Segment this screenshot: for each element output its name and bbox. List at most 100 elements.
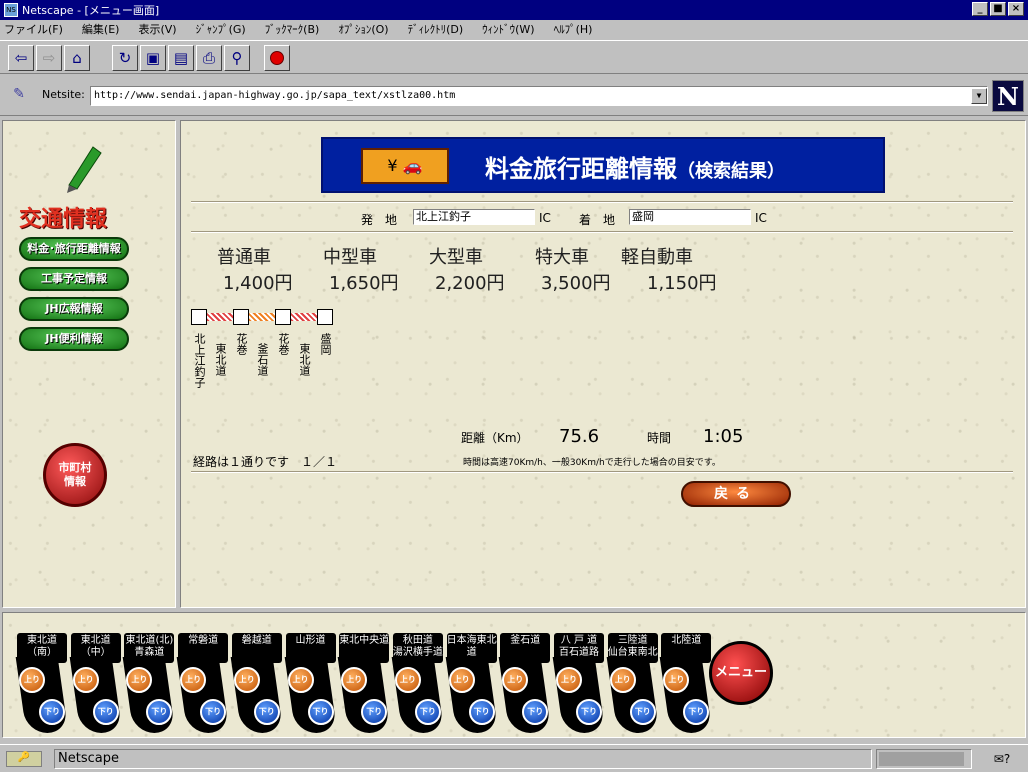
time-label: 時間 xyxy=(647,431,672,445)
expressway-name[interactable]: 北陸道 xyxy=(661,633,712,663)
route-segment xyxy=(207,313,233,321)
route-ic-label: 盛岡 xyxy=(319,333,332,355)
url-input[interactable]: http://www.sendai.japan-highway.go.jp/sa… xyxy=(90,86,988,106)
destination-field[interactable]: 盛岡 xyxy=(629,209,751,225)
stop-icon[interactable] xyxy=(264,45,290,71)
expressway-item: 東北道 （南） 上り下り xyxy=(15,633,69,735)
expressway-item: 北陸道 上り 下り xyxy=(660,633,713,735)
print-icon[interactable]: ⎙ xyxy=(196,45,222,71)
menu-bookmarks[interactable]: ﾌﾞｯｸﾏｰｸ(B) xyxy=(265,21,320,37)
expressway-up-button[interactable]: 上り xyxy=(287,667,314,693)
nav-jh-pr-button[interactable]: JH広報情報 xyxy=(19,297,129,321)
expressway-up-button[interactable]: 上り xyxy=(72,667,99,693)
expressway-item: 八 戸 道 百石道路上り下り xyxy=(552,633,606,735)
expressway-up-button[interactable]: 上り xyxy=(180,667,207,693)
mail-icon[interactable]: ✉? xyxy=(984,750,1020,768)
expressway-item: 東北道 （中） 上り下り xyxy=(69,633,123,735)
expressway-up-button[interactable]: 上り xyxy=(556,667,582,693)
expressway-down-button[interactable]: 下り xyxy=(253,699,280,725)
expressway-name[interactable]: 東北中央道 xyxy=(339,633,390,663)
nav-construction-button[interactable]: 工事予定情報 xyxy=(19,267,129,291)
menu-edit[interactable]: 編集(E) xyxy=(82,21,120,37)
menu-options[interactable]: ｵﾌﾟｼｮﾝ(O) xyxy=(338,21,388,37)
back-button[interactable]: 戻る xyxy=(681,481,791,507)
maximize-button[interactable]: ■ xyxy=(990,2,1006,16)
expressway-up-button[interactable]: 上り xyxy=(341,667,368,693)
expressway-item: 釜石道 上り 下り xyxy=(498,633,552,735)
expressway-name[interactable]: 東北道 （南） xyxy=(17,633,67,663)
find-icon[interactable]: ⚲ xyxy=(224,45,250,71)
expressway-name[interactable]: 東北道 （中） xyxy=(70,633,121,663)
city-info-button[interactable]: 市町村情報 xyxy=(43,443,107,507)
nav-jh-convenience-button[interactable]: JH便利情報 xyxy=(19,327,129,351)
vehicle-type: 特大車 xyxy=(535,247,589,268)
close-button[interactable]: × xyxy=(1008,2,1024,16)
images-icon[interactable]: ▣ xyxy=(140,45,166,71)
expressway-name[interactable]: 磐越道 xyxy=(231,633,282,663)
expressway-name[interactable]: 釜石道 xyxy=(500,633,551,663)
route-ic-label: 花巻 xyxy=(277,333,290,355)
origin-field[interactable]: 北上江釣子 xyxy=(413,209,535,225)
route-ic-label: 北上江釣子 xyxy=(193,333,206,388)
expressway-item: 東北中央道上り下り xyxy=(337,633,391,735)
expressway-name[interactable]: 八 戸 道 百石道路 xyxy=(554,633,604,663)
expressway-up-button[interactable]: 上り xyxy=(609,667,636,693)
yen-car-icon: ¥ 🚗 xyxy=(361,148,449,184)
netscape-app-icon[interactable]: NS xyxy=(4,3,18,17)
progress-fill xyxy=(879,752,964,766)
menu-file[interactable]: ファイル(F) xyxy=(4,21,63,37)
expressway-up-button[interactable]: 上り xyxy=(233,667,260,693)
open-icon[interactable]: ▤ xyxy=(168,45,194,71)
home-icon[interactable]: ⌂ xyxy=(64,45,90,71)
page-proxy-icon[interactable]: ✎ xyxy=(10,86,28,104)
expressway-down-button[interactable]: 下り xyxy=(92,699,119,725)
main-content-frame: ¥ 🚗 料金旅行距離情報（検索結果） 発 地 北上江釣子 IC 着 地 盛岡 I… xyxy=(180,120,1026,608)
expressway-name[interactable]: 日本海東北道 xyxy=(446,633,497,663)
expressway-down-button[interactable]: 下り xyxy=(468,699,495,725)
minimize-button[interactable]: _ xyxy=(972,2,988,16)
route-segment xyxy=(249,313,275,321)
menu-help[interactable]: ﾍﾙﾌﾟ(H) xyxy=(554,21,593,37)
expressway-name[interactable]: 秋田道 湯沢横手道 xyxy=(392,633,443,663)
expressway-down-button[interactable]: 下り xyxy=(629,699,656,725)
security-key-icon[interactable]: 🔑 xyxy=(6,751,42,767)
expressway-down-button[interactable]: 下り xyxy=(414,699,441,725)
expressway-down-button[interactable]: 下り xyxy=(361,699,388,725)
menu-go[interactable]: ｼﾞｬﾝﾌﾟ(G) xyxy=(196,21,246,37)
expressway-up-button[interactable]: 上り xyxy=(394,667,421,693)
nav-fare-distance-button[interactable]: 料金･旅行距離情報 xyxy=(19,237,129,261)
expressway-name[interactable]: 常磐道 xyxy=(178,633,229,663)
menu-directory[interactable]: ﾃﾞｨﾚｸﾄﾘ(D) xyxy=(408,21,464,37)
expressway-name[interactable]: 山形道 xyxy=(285,633,336,663)
netscape-logo[interactable]: N xyxy=(992,80,1024,112)
banner-title-text: 料金旅行距離情報 xyxy=(485,155,677,183)
left-nav-frame: 交通情報 料金･旅行距離情報 工事予定情報 JH広報情報 JH便利情報 市町村情… xyxy=(2,120,176,608)
forward-icon[interactable]: ⇨ xyxy=(36,45,62,71)
distance-label: 距離（Km） xyxy=(461,431,529,445)
fare-amount: 3,500円 xyxy=(541,273,611,294)
fare-amount: 1,650円 xyxy=(329,273,399,294)
location-bar: ✎ Netsite: http://www.sendai.japan-highw… xyxy=(0,76,1028,116)
fare-amount: 1,150円 xyxy=(647,273,717,294)
back-icon[interactable]: ⇦ xyxy=(8,45,34,71)
expressway-up-button[interactable]: 上り xyxy=(448,667,475,693)
divider xyxy=(191,471,1013,473)
expressway-nav-frame: 東北道 （南） 上り 下り 東北道 （中） 上り 下り 東北道(北) 青森道 上り 下り 常磐道上… xyxy=(2,612,1026,738)
reload-icon[interactable]: ↻ xyxy=(112,45,138,71)
expressway-down-button[interactable]: 下り xyxy=(307,699,334,725)
url-dropdown-icon[interactable]: ▼ xyxy=(971,88,987,104)
vehicle-type: 中型車 xyxy=(323,247,377,268)
menu-view[interactable]: 表示(V) xyxy=(138,21,176,37)
expressway-name[interactable]: 三陸道 仙台東南北 xyxy=(607,633,658,663)
expressway-down-button[interactable]: 下り xyxy=(576,699,602,725)
expressway-down-button[interactable]: 下り xyxy=(39,699,65,725)
expressway-name[interactable]: 東北道(北) 青森道 xyxy=(124,633,175,663)
route-road-label: 東北道 xyxy=(298,343,311,376)
route-node xyxy=(191,309,207,325)
menu-button[interactable]: メニュー xyxy=(709,641,773,705)
expressway-down-button[interactable]: 下り xyxy=(200,699,227,725)
toolbar: ⇦ ⇨ ⌂ ↻ ▣ ▤ ⎙ ⚲ xyxy=(0,40,1028,74)
expressway-up-button[interactable]: 上り xyxy=(19,667,45,693)
destination-label: 着 地 xyxy=(579,213,616,227)
menu-window[interactable]: ｳｨﾝﾄﾞｳ(W) xyxy=(482,21,534,37)
